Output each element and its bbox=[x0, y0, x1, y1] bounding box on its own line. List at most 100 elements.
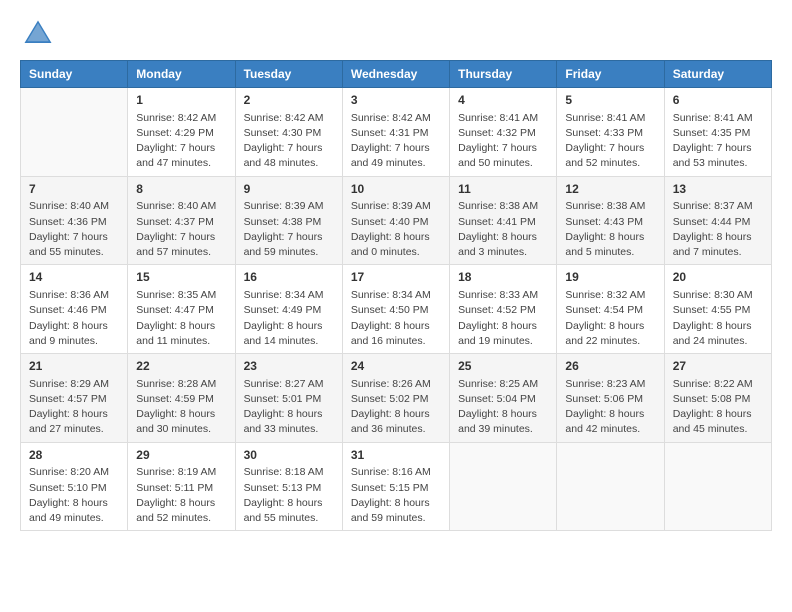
day-info: Sunrise: 8:35 AMSunset: 4:47 PMDaylight:… bbox=[136, 288, 226, 349]
day-number: 27 bbox=[673, 358, 763, 375]
day-info: Sunrise: 8:30 AMSunset: 4:55 PMDaylight:… bbox=[673, 288, 763, 349]
day-number: 13 bbox=[673, 181, 763, 198]
col-header-sunday: Sunday bbox=[21, 61, 128, 88]
day-number: 29 bbox=[136, 447, 226, 464]
calendar-week-row: 21Sunrise: 8:29 AMSunset: 4:57 PMDayligh… bbox=[21, 354, 772, 443]
calendar-day-cell: 18 Sunrise: 8:33 AMSunset: 4:52 PMDayligh… bbox=[450, 265, 557, 354]
calendar-day-cell: 15 Sunrise: 8:35 AMSunset: 4:47 PMDayligh… bbox=[128, 265, 235, 354]
col-header-wednesday: Wednesday bbox=[342, 61, 449, 88]
calendar-week-row: 7Sunrise: 8:40 AMSunset: 4:36 PMDaylight… bbox=[21, 176, 772, 265]
day-number: 14 bbox=[29, 269, 119, 286]
day-number: 6 bbox=[673, 92, 763, 109]
col-header-friday: Friday bbox=[557, 61, 664, 88]
calendar-day-cell: 22Sunrise: 8:28 AMSunset: 4:59 PMDayligh… bbox=[128, 354, 235, 443]
day-info: Sunrise: 8:16 AMSunset: 5:15 PMDaylight:… bbox=[351, 465, 441, 526]
calendar-day-cell: 4Sunrise: 8:41 AMSunset: 4:32 PMDaylight… bbox=[450, 88, 557, 177]
day-number: 22 bbox=[136, 358, 226, 375]
day-number: 30 bbox=[244, 447, 334, 464]
calendar-week-row: 14 Sunrise: 8:36 AMSunset: 4:46 PMDayligh… bbox=[21, 265, 772, 354]
calendar-day-cell: 20 Sunrise: 8:30 AMSunset: 4:55 PMDayligh… bbox=[664, 265, 771, 354]
day-info: Sunrise: 8:36 AMSunset: 4:46 PMDaylight:… bbox=[29, 288, 119, 349]
day-info: Sunrise: 8:33 AMSunset: 4:52 PMDaylight:… bbox=[458, 288, 548, 349]
day-number: 28 bbox=[29, 447, 119, 464]
calendar-day-cell: 6 Sunrise: 8:41 AMSunset: 4:35 PMDaylight… bbox=[664, 88, 771, 177]
calendar-day-cell: 13Sunrise: 8:37 AMSunset: 4:44 PMDayligh… bbox=[664, 176, 771, 265]
day-info: Sunrise: 8:18 AMSunset: 5:13 PMDaylight:… bbox=[244, 465, 334, 526]
day-info: Sunrise: 8:23 AMSunset: 5:06 PMDaylight:… bbox=[565, 377, 655, 438]
calendar-day-cell: 2 Sunrise: 8:42 AMSunset: 4:30 PMDaylight… bbox=[235, 88, 342, 177]
day-number: 31 bbox=[351, 447, 441, 464]
day-number: 11 bbox=[458, 181, 548, 198]
logo bbox=[20, 16, 60, 52]
day-number: 8 bbox=[136, 181, 226, 198]
calendar-day-cell: 27 Sunrise: 8:22 AMSunset: 5:08 PMDayligh… bbox=[664, 354, 771, 443]
day-number: 26 bbox=[565, 358, 655, 375]
day-info: Sunrise: 8:37 AMSunset: 4:44 PMDaylight:… bbox=[673, 199, 763, 260]
col-header-monday: Monday bbox=[128, 61, 235, 88]
calendar-table: SundayMondayTuesdayWednesdayThursdayFrid… bbox=[20, 60, 772, 531]
day-info: Sunrise: 8:20 AMSunset: 5:10 PMDaylight:… bbox=[29, 465, 119, 526]
day-info: Sunrise: 8:32 AMSunset: 4:54 PMDaylight:… bbox=[565, 288, 655, 349]
empty-cell bbox=[21, 88, 128, 177]
calendar-day-cell: 9Sunrise: 8:39 AMSunset: 4:38 PMDaylight… bbox=[235, 176, 342, 265]
calendar-day-cell: 25 Sunrise: 8:25 AMSunset: 5:04 PMDayligh… bbox=[450, 354, 557, 443]
calendar-day-cell: 19 Sunrise: 8:32 AMSunset: 4:54 PMDayligh… bbox=[557, 265, 664, 354]
day-info: Sunrise: 8:39 AMSunset: 4:38 PMDaylight:… bbox=[244, 199, 334, 260]
page-header bbox=[20, 16, 772, 52]
day-info: Sunrise: 8:38 AMSunset: 4:43 PMDaylight:… bbox=[565, 199, 655, 260]
col-header-saturday: Saturday bbox=[664, 61, 771, 88]
calendar-day-cell: 26 Sunrise: 8:23 AMSunset: 5:06 PMDayligh… bbox=[557, 354, 664, 443]
day-number: 16 bbox=[244, 269, 334, 286]
empty-cell bbox=[557, 442, 664, 531]
calendar-day-cell: 21Sunrise: 8:29 AMSunset: 4:57 PMDayligh… bbox=[21, 354, 128, 443]
calendar-day-cell: 10Sunrise: 8:39 AMSunset: 4:40 PMDayligh… bbox=[342, 176, 449, 265]
day-info: Sunrise: 8:42 AMSunset: 4:31 PMDaylight:… bbox=[351, 111, 441, 172]
day-number: 12 bbox=[565, 181, 655, 198]
logo-icon bbox=[20, 16, 56, 52]
day-info: Sunrise: 8:42 AMSunset: 4:30 PMDaylight:… bbox=[244, 111, 334, 172]
calendar-day-cell: 23 Sunrise: 8:27 AMSunset: 5:01 PMDayligh… bbox=[235, 354, 342, 443]
calendar-day-cell: 1Sunrise: 8:42 AMSunset: 4:29 PMDaylight… bbox=[128, 88, 235, 177]
day-number: 1 bbox=[136, 92, 226, 109]
day-info: Sunrise: 8:40 AMSunset: 4:36 PMDaylight:… bbox=[29, 199, 119, 260]
calendar-day-cell: 28Sunrise: 8:20 AMSunset: 5:10 PMDayligh… bbox=[21, 442, 128, 531]
day-number: 3 bbox=[351, 92, 441, 109]
day-info: Sunrise: 8:38 AMSunset: 4:41 PMDaylight:… bbox=[458, 199, 548, 260]
calendar-day-cell: 31Sunrise: 8:16 AMSunset: 5:15 PMDayligh… bbox=[342, 442, 449, 531]
calendar-day-cell: 14 Sunrise: 8:36 AMSunset: 4:46 PMDayligh… bbox=[21, 265, 128, 354]
calendar-day-cell: 17 Sunrise: 8:34 AMSunset: 4:50 PMDayligh… bbox=[342, 265, 449, 354]
calendar-header-row: SundayMondayTuesdayWednesdayThursdayFrid… bbox=[21, 61, 772, 88]
day-number: 5 bbox=[565, 92, 655, 109]
day-info: Sunrise: 8:41 AMSunset: 4:35 PMDaylight:… bbox=[673, 111, 763, 172]
day-number: 17 bbox=[351, 269, 441, 286]
day-info: Sunrise: 8:26 AMSunset: 5:02 PMDaylight:… bbox=[351, 377, 441, 438]
day-number: 15 bbox=[136, 269, 226, 286]
calendar-week-row: 28Sunrise: 8:20 AMSunset: 5:10 PMDayligh… bbox=[21, 442, 772, 531]
col-header-tuesday: Tuesday bbox=[235, 61, 342, 88]
empty-cell bbox=[450, 442, 557, 531]
day-info: Sunrise: 8:29 AMSunset: 4:57 PMDaylight:… bbox=[29, 377, 119, 438]
day-info: Sunrise: 8:22 AMSunset: 5:08 PMDaylight:… bbox=[673, 377, 763, 438]
calendar-week-row: 1Sunrise: 8:42 AMSunset: 4:29 PMDaylight… bbox=[21, 88, 772, 177]
calendar-day-cell: 12Sunrise: 8:38 AMSunset: 4:43 PMDayligh… bbox=[557, 176, 664, 265]
day-number: 24 bbox=[351, 358, 441, 375]
day-number: 18 bbox=[458, 269, 548, 286]
day-info: Sunrise: 8:27 AMSunset: 5:01 PMDaylight:… bbox=[244, 377, 334, 438]
day-number: 7 bbox=[29, 181, 119, 198]
calendar-day-cell: 7Sunrise: 8:40 AMSunset: 4:36 PMDaylight… bbox=[21, 176, 128, 265]
calendar-day-cell: 11Sunrise: 8:38 AMSunset: 4:41 PMDayligh… bbox=[450, 176, 557, 265]
day-info: Sunrise: 8:19 AMSunset: 5:11 PMDaylight:… bbox=[136, 465, 226, 526]
day-number: 20 bbox=[673, 269, 763, 286]
day-info: Sunrise: 8:40 AMSunset: 4:37 PMDaylight:… bbox=[136, 199, 226, 260]
day-number: 19 bbox=[565, 269, 655, 286]
col-header-thursday: Thursday bbox=[450, 61, 557, 88]
day-info: Sunrise: 8:34 AMSunset: 4:50 PMDaylight:… bbox=[351, 288, 441, 349]
day-info: Sunrise: 8:25 AMSunset: 5:04 PMDaylight:… bbox=[458, 377, 548, 438]
day-number: 2 bbox=[244, 92, 334, 109]
day-info: Sunrise: 8:39 AMSunset: 4:40 PMDaylight:… bbox=[351, 199, 441, 260]
empty-cell bbox=[664, 442, 771, 531]
day-number: 23 bbox=[244, 358, 334, 375]
day-number: 25 bbox=[458, 358, 548, 375]
calendar-day-cell: 16Sunrise: 8:34 AMSunset: 4:49 PMDayligh… bbox=[235, 265, 342, 354]
day-info: Sunrise: 8:41 AMSunset: 4:32 PMDaylight:… bbox=[458, 111, 548, 172]
